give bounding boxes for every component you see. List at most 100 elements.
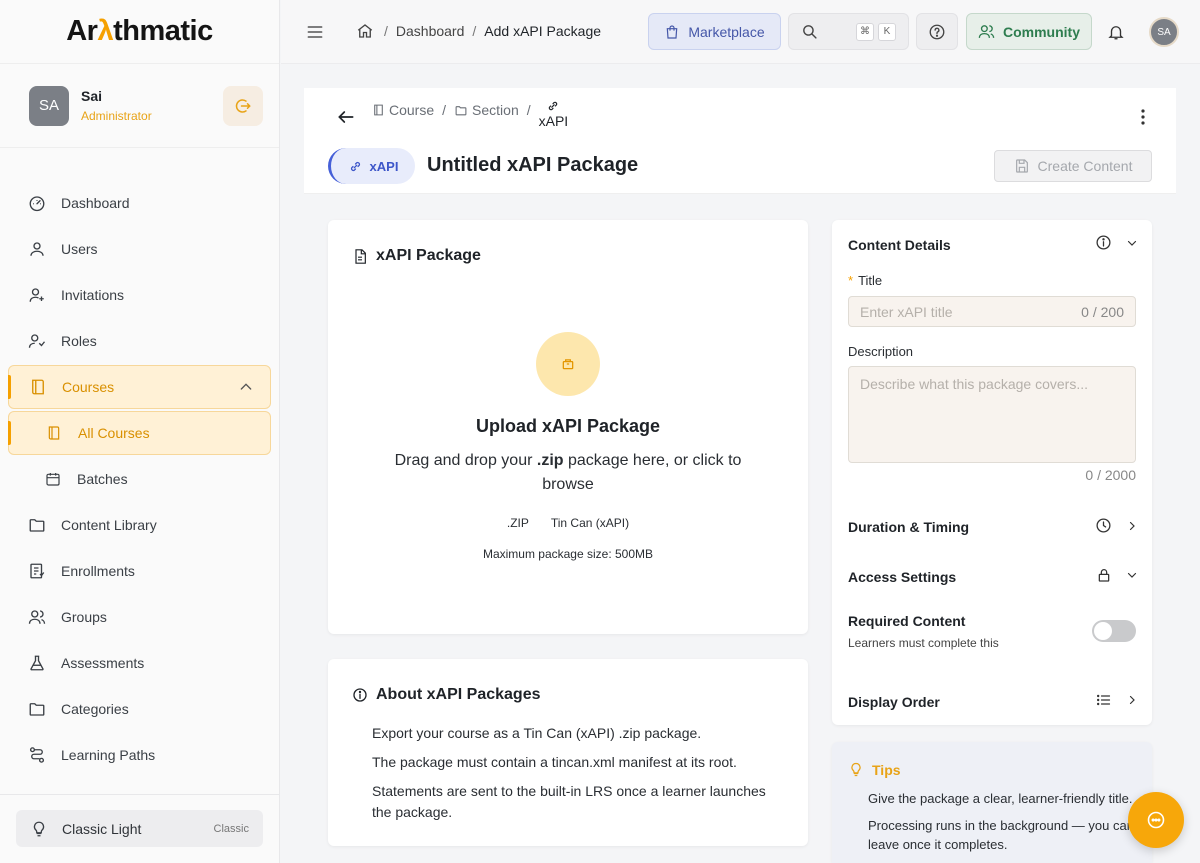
user-avatar[interactable]: SA [1149,17,1179,47]
chevron-right-icon[interactable] [1126,520,1138,532]
required-content-title: Required Content [848,613,966,629]
sidebar-item-roles[interactable]: Roles [8,319,271,363]
sidebar-item-label: Courses [62,379,115,395]
help-circle-icon [929,24,945,39]
sidebar-item-groups[interactable]: Groups [8,595,271,639]
sidebar-item-batches[interactable]: Batches [8,457,271,501]
flask-icon [28,654,46,672]
access-settings-title[interactable]: Access Settings [848,569,956,585]
logo-text-suffix: thmatic [113,15,213,47]
home-icon[interactable] [356,22,374,40]
sidebar-item-learning-paths[interactable]: Learning Paths [8,733,271,777]
marketplace-label: Marketplace [688,23,765,40]
chevron-up-icon[interactable] [238,379,254,395]
clipboard-icon [28,562,46,580]
user-plus-icon [28,286,46,304]
users-icon [978,23,995,40]
user-profile: SA Sai Administrator [0,64,279,148]
description-input[interactable] [848,366,1136,463]
topbar: / Dashboard / Add xAPI Package Marketpla… [281,0,1200,64]
list-item: Processing runs in the background — you … [868,818,1134,852]
marketplace-button[interactable]: Marketplace [648,13,781,50]
book-icon [29,378,47,396]
logo-text-accent: λ [97,15,114,47]
list-item: The package must contain a tincan.xml ma… [372,754,737,770]
display-order-title[interactable]: Display Order [848,694,940,710]
sidebar-item-label: Batches [77,471,128,487]
breadcrumb-item[interactable]: Dashboard [396,23,465,39]
back-button[interactable] [336,107,356,127]
upload-description[interactable]: Drag and drop your .zip package here, or… [378,449,758,497]
sidebar-item-label: Content Library [61,517,157,533]
app-logo[interactable]: Ar λ thmatic [0,0,279,64]
breadcrumb-separator: / [442,102,447,118]
upload-card: xAPI Package Upload xAPI Package Drag an… [328,220,808,634]
breadcrumb-separator: / [526,102,531,118]
chevron-down-icon[interactable] [1126,569,1138,581]
search-icon [803,25,817,39]
divider [0,794,280,795]
theme-switcher[interactable]: Classic Light Classic [16,810,263,847]
card-title: About xAPI Packages [376,686,541,703]
info-icon[interactable] [1095,234,1112,251]
community-button[interactable]: Community [966,13,1092,50]
notifications-button[interactable] [1107,22,1125,42]
link-icon [348,159,363,174]
sidebar-nav: Dashboard Users Invitations Roles Course… [8,181,271,779]
logout-button[interactable] [223,85,263,126]
content-details-title[interactable]: Content Details [848,237,951,253]
avatar[interactable]: SA [29,85,69,126]
create-content-button[interactable]: Create Content [994,150,1152,182]
package-icon [562,359,574,370]
breadcrumb-section[interactable]: Section [454,102,519,118]
required-content-toggle[interactable] [1092,620,1136,642]
list-item: Statements are sent to the built-in LRS … [372,783,766,820]
more-options-button[interactable] [1140,108,1146,126]
arrow-left-icon [338,111,354,123]
sidebar-item-dashboard[interactable]: Dashboard [8,181,271,225]
card-header: xAPI Package [352,247,481,265]
sidebar-item-label: Enrollments [61,563,135,579]
logout-icon [235,98,251,113]
roles-icon [28,332,46,350]
card-header: About xAPI Packages [352,686,541,704]
sidebar-item-label: Invitations [61,287,125,303]
chevron-right-icon[interactable] [1126,694,1138,706]
search-button[interactable]: ⌘ K [788,13,909,50]
sidebar-item-all-courses[interactable]: All Courses [8,411,271,455]
chevron-down-icon[interactable] [1126,237,1138,249]
menu-toggle-button[interactable] [305,22,325,42]
duration-timing-title[interactable]: Duration & Timing [848,519,969,535]
sidebar-item-invitations[interactable]: Invitations [8,273,271,317]
tips-card: Tips Give the package a clear, learner-f… [832,742,1152,863]
page-header: Course / Section / xAPI xAPI Untitled xA… [304,88,1176,194]
description-char-count: 0 / 2000 [1085,467,1136,483]
upload-dropzone[interactable] [536,332,600,396]
sidebar-item-label: Roles [61,333,97,349]
help-button[interactable] [916,13,958,50]
section-controls [1095,692,1138,708]
toggle-knob [1094,622,1112,640]
breadcrumb-label: Section [472,102,519,118]
card-title: xAPI Package [376,247,481,264]
breadcrumb-course[interactable]: Course [372,102,434,118]
users-icon [28,608,46,626]
sidebar-item-enrollments[interactable]: Enrollments [8,549,271,593]
sidebar-item-users[interactable]: Users [8,227,271,271]
community-label: Community [1003,23,1080,40]
calendar-icon [44,470,62,488]
sidebar-item-assessments[interactable]: Assessments [8,641,271,685]
required-content-subtitle: Learners must complete this [848,636,999,650]
chat-button[interactable] [1128,792,1184,848]
sidebar-item-courses[interactable]: Courses [8,365,271,409]
kebab-icon [1141,109,1145,125]
sidebar-item-content-library[interactable]: Content Library [8,503,271,547]
lightbulb-icon [30,820,48,838]
folder-icon [28,700,46,718]
folder-icon [454,104,468,117]
breadcrumb-current: Add xAPI Package [484,23,602,39]
list-item: Give the package a clear, learner-friend… [868,791,1133,806]
bell-icon [1108,26,1124,40]
clock-icon [1095,517,1112,534]
sidebar-item-categories[interactable]: Categories [8,687,271,731]
